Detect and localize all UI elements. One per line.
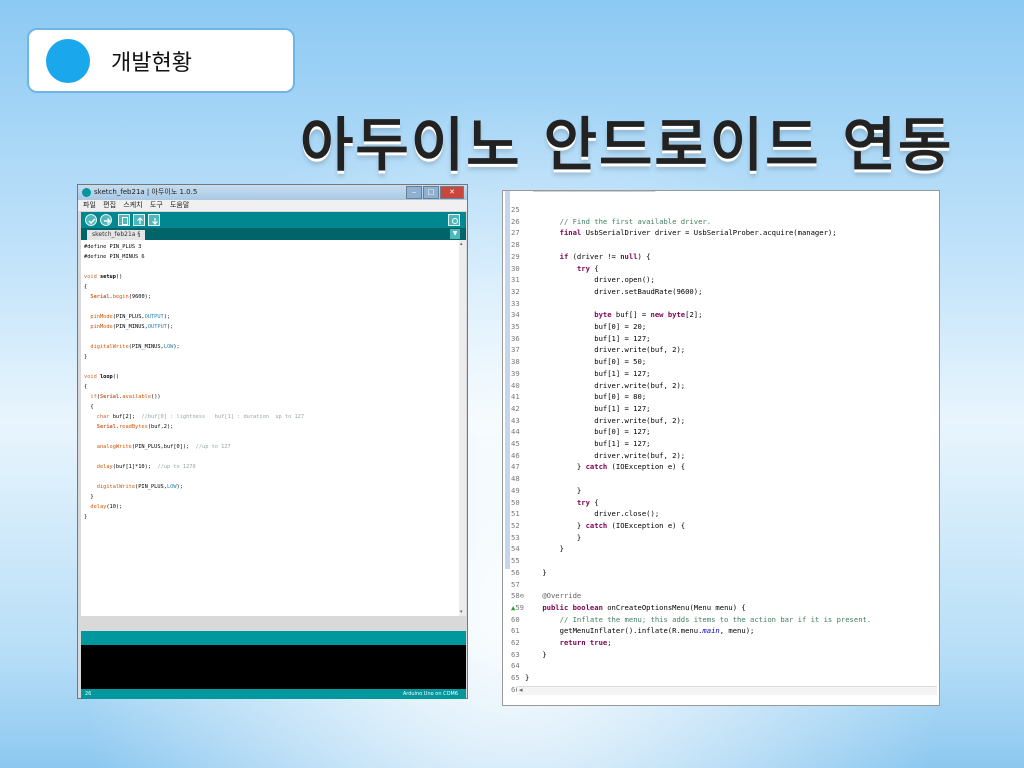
ide-status-bar: 26 Arduino Uno on COM6	[81, 689, 466, 699]
code-line: buf[1] = 127;	[525, 333, 651, 343]
code-line: }	[525, 544, 564, 554]
tab-menu-chevron-icon[interactable]: ▼	[450, 229, 460, 239]
new-icon[interactable]	[118, 214, 130, 226]
code-line: buf[1] = 127;	[525, 439, 651, 449]
cutoff-code-line: ━━━━━━━━━━━━━━━━━━━━━━━━━━━━━	[533, 191, 833, 192]
code-line: // Inflate the menu; this adds items to …	[559, 614, 872, 624]
menu-file[interactable]: 파일	[83, 201, 96, 209]
menu-help[interactable]: 도움말	[170, 201, 189, 209]
menu-sketch[interactable]: 스케치	[123, 201, 142, 209]
ide-window-title: sketch_feb21a | 아두이노 1.0.5	[94, 188, 198, 196]
slide-title: 아두이노 안드로이드 연동	[300, 111, 954, 179]
code-line: try {	[576, 497, 599, 507]
java-horizontal-scrollbar[interactable]: ◂	[517, 686, 937, 695]
code-line: buf[0] = 127;	[525, 427, 651, 437]
code-line: }	[525, 673, 530, 683]
bullet-circle-icon	[46, 39, 90, 83]
code-line: buf[0] = 20;	[525, 322, 647, 332]
code-line: @Override	[525, 591, 582, 601]
code-line: public boolean onCreateOptionsMenu(Menu …	[542, 602, 746, 612]
code-line: }	[525, 532, 582, 542]
code-line: buf[1] = 127;	[525, 403, 651, 413]
ide-toolbar	[81, 212, 466, 228]
code-line: } catch (IOException e) {	[525, 462, 686, 472]
code-line: } catch (IOException e) {	[525, 520, 686, 530]
code-line: try {	[576, 263, 599, 273]
scroll-up-arrow-icon[interactable]: ▴	[460, 241, 463, 247]
tab-sketch[interactable]: sketch_feb21a §	[87, 230, 146, 240]
code-line: buf[0] = 80;	[525, 392, 647, 402]
collapse-icon[interactable]: ⊖	[520, 591, 524, 600]
change-marker-bar	[505, 191, 510, 569]
code-line: buf[0] = 50;	[525, 357, 647, 367]
close-button[interactable]: ✕	[440, 186, 464, 199]
code-line: driver.open();	[525, 275, 655, 285]
code-line: // Find the first available driver.	[559, 216, 712, 226]
save-icon[interactable]	[148, 214, 160, 226]
java-source-code: // Find the first available driver. fina…	[525, 204, 871, 684]
ide-tabbar: sketch_feb21a § ▼	[81, 228, 466, 240]
code-line: driver.setBaudRate(9600);	[525, 286, 703, 296]
open-icon[interactable]	[133, 214, 145, 226]
menu-edit[interactable]: 편집	[103, 201, 116, 209]
code-line: if (driver != null) {	[559, 251, 651, 261]
ide-console	[81, 645, 466, 689]
code-line: }	[525, 567, 547, 577]
ide-message-bar	[81, 631, 466, 645]
code-line: final UsbSerialDriver driver = UsbSerial…	[559, 228, 837, 238]
java-code-editor[interactable]: ━━━━━━━━━━━━━━━━━━━━━━━━━━━━━ 25 26 27 2…	[502, 190, 940, 706]
arduino-logo-icon	[82, 188, 91, 197]
code-line: buf[1] = 127;	[525, 368, 651, 378]
ide-code-editor[interactable]: #define PIN_PLUS 3 #define PIN_MINUS 6 v…	[81, 240, 459, 616]
line-numbers: 25 26 27 28 29 30 31 32 33 34 35 36 37 3…	[511, 205, 524, 694]
code-line: driver.write(buf, 2);	[525, 450, 686, 460]
code-line: }	[525, 649, 547, 659]
status-board: Arduino Uno on COM6	[402, 691, 458, 697]
code-line: getMenuInflater().inflate(R.menu.main, m…	[525, 626, 755, 636]
scroll-left-arrow-icon[interactable]: ◂	[519, 686, 523, 694]
status-line-number: 26	[85, 691, 92, 697]
upload-icon[interactable]	[100, 214, 112, 226]
scroll-down-arrow-icon[interactable]: ▾	[460, 609, 463, 615]
maximize-button[interactable]: □	[423, 186, 439, 199]
ide-menubar: 파일 편집 스케치 도구 도움말	[78, 200, 467, 211]
code-line: byte buf[] = new byte[2];	[594, 310, 703, 320]
minimize-button[interactable]: ‒	[406, 186, 422, 199]
arduino-source-code: #define PIN_PLUS 3 #define PIN_MINUS 6 v…	[84, 244, 305, 520]
code-line: return true;	[559, 638, 612, 648]
menu-tools[interactable]: 도구	[150, 201, 163, 209]
code-line: }	[525, 485, 582, 495]
serial-monitor-icon[interactable]	[448, 214, 460, 226]
code-line: driver.close();	[525, 509, 660, 519]
code-line: driver.write(buf, 2);	[525, 415, 686, 425]
ide-vertical-scrollbar[interactable]: ▴ ▾	[459, 240, 466, 616]
section-label: 개발현황	[111, 51, 192, 76]
code-line: driver.write(buf, 2);	[525, 380, 686, 390]
verify-icon[interactable]	[85, 214, 97, 226]
arduino-ide-window: sketch_feb21a | 아두이노 1.0.5 ‒ □ ✕ 파일 편집 스…	[77, 184, 468, 699]
code-line: driver.write(buf, 2);	[525, 345, 686, 355]
section-badge: 개발현황	[27, 28, 295, 93]
ide-titlebar: sketch_feb21a | 아두이노 1.0.5 ‒ □ ✕	[78, 185, 467, 200]
